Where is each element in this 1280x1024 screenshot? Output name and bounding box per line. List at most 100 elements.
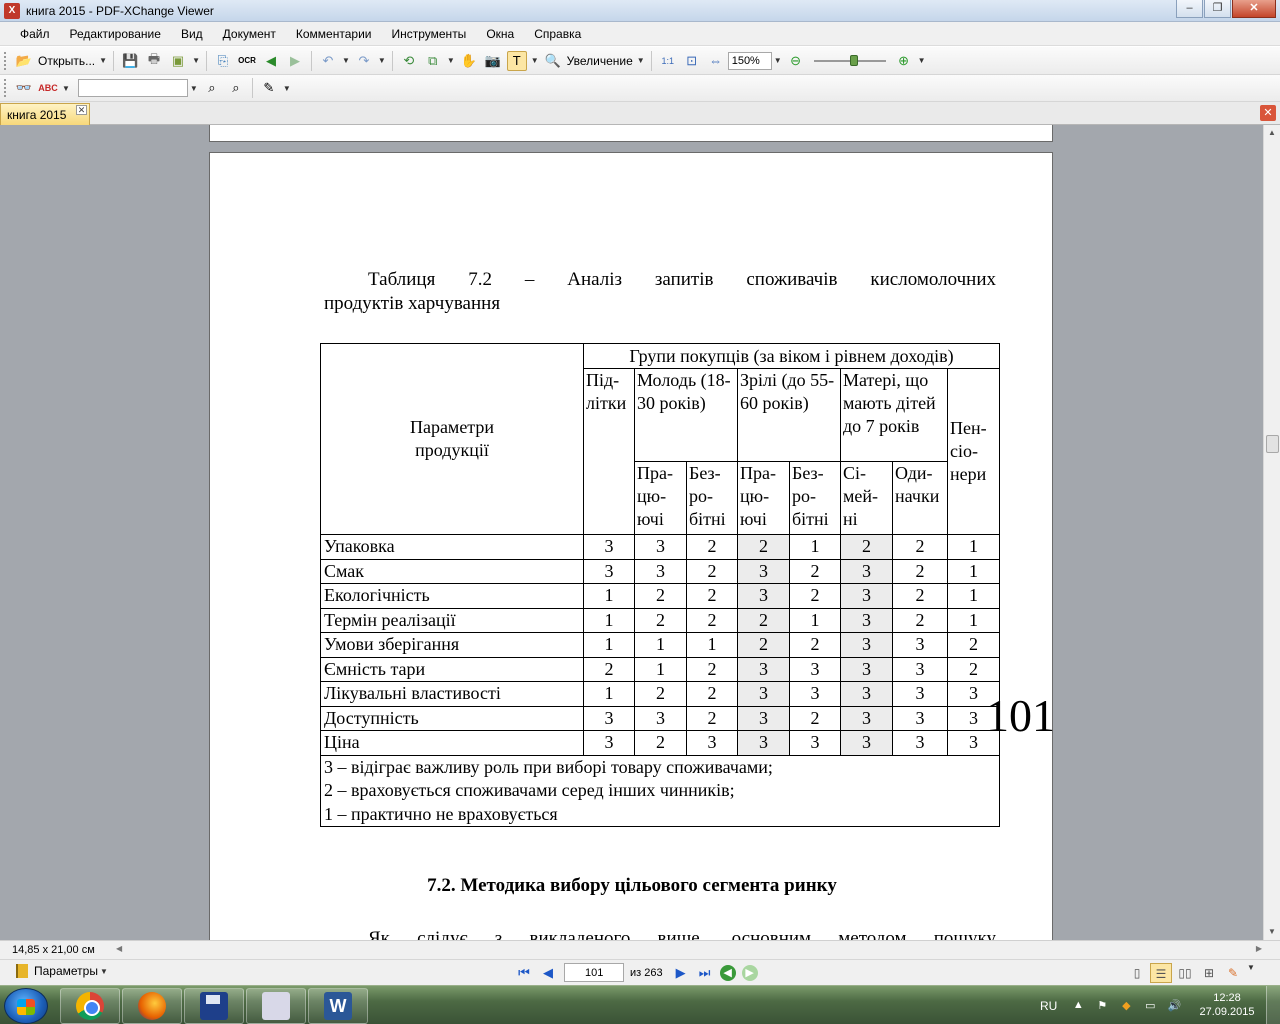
row-parameter-name: Лікувальні властивості [320,681,584,707]
select-text-icon[interactable]: T [506,50,527,71]
table-row: Умови зберігання 1 1 1 2 2 3 3 2 [320,632,1000,658]
tray-app-icon[interactable]: ◆ [1119,999,1133,1013]
history-back-icon[interactable]: ◀ [719,964,736,981]
spellcheck-icon[interactable]: ABC [38,78,58,98]
search-input[interactable] [77,79,188,97]
taskbar-chrome[interactable] [60,988,120,1024]
taskbar-pdf-viewer[interactable] [246,988,306,1024]
back-icon[interactable]: ◀ [261,51,281,71]
taskbar-save[interactable] [184,988,244,1024]
row-parameter-name: Ємність тари [320,656,584,682]
document-viewport[interactable]: Таблиця 7.2 – Аналіз запитів споживачів … [0,125,1263,940]
table-row: Доступність 3 3 2 3 2 3 3 3 [320,705,1000,731]
menu-view[interactable]: Вид [181,27,203,41]
print-icon[interactable]: 🖶 [144,51,164,71]
menu-tools[interactable]: Инструменты [391,27,466,41]
search-dropdown-icon[interactable]: ▼ [190,84,198,93]
continuous-page-icon[interactable]: ☰ [1150,963,1172,983]
continuous-facing-icon[interactable]: ⊞ [1198,963,1220,983]
save-icon[interactable]: 💾 [120,51,140,71]
scan-icon[interactable]: ⎘ [213,51,233,71]
table-cell: 3 [737,705,790,731]
close-document-icon[interactable]: ✕ [1260,105,1276,121]
action-center-flag-icon[interactable]: ⚑ [1095,999,1109,1013]
vertical-scrollbar[interactable]: ▲ ▼ [1263,125,1280,940]
scroll-left-icon[interactable]: ◀ [116,944,122,953]
table-cell: 3 [686,730,738,756]
document-tab[interactable]: книга 2015 ✕ [0,103,90,125]
language-indicator[interactable]: RU [1040,999,1057,1013]
windows-start-icon[interactable] [4,988,48,1024]
ocr-icon[interactable]: OCR [237,51,257,71]
table-cell: 2 [583,656,635,682]
single-page-icon[interactable]: ▯ [1126,963,1148,983]
fit-page-icon[interactable]: ⊡ [682,51,702,71]
zoom-level-input[interactable]: 150% [727,51,772,70]
glasses-icon[interactable]: 👓 [14,78,34,98]
menu-edit[interactable]: Редактирование [70,27,161,41]
rotate-icon[interactable]: ⟲ [399,51,419,71]
redo-icon[interactable]: ↷ [354,51,374,71]
snapshot-icon[interactable]: 📷 [483,51,503,71]
menu-bar: Файл Редактирование Вид Документ Коммент… [0,22,1280,46]
close-window-button[interactable]: ✕ [1232,0,1276,18]
windows-taskbar: W RU ▲ ⚑ ◆ ▭ 🔊 12:28 27.09.2015 [0,985,1280,1024]
actual-size-icon[interactable]: 1:1 [658,51,678,71]
annotation-tool-icon[interactable]: ✎ [1222,963,1244,983]
forward-icon[interactable]: ▶ [285,51,305,71]
tab-close-icon[interactable]: ✕ [76,105,87,115]
taskbar-firefox[interactable] [122,988,182,1024]
hand-tool-icon[interactable]: ✋ [459,51,479,71]
scroll-up-icon[interactable]: ▲ [1267,128,1277,138]
export-icon[interactable]: ▣ [168,51,188,71]
zoom-in-icon[interactable]: 🔍 [543,51,563,71]
table-cell: 2 [737,607,790,633]
maximize-button[interactable]: ❐ [1204,0,1231,18]
highlight-icon[interactable]: ✎ [259,78,279,98]
table-body: Упаковка 3 3 2 2 1 2 2 1 Смак 3 3 2 3 2 3 2 1 Екологічніст… [320,534,1000,756]
menu-comments[interactable]: Комментарии [296,27,372,41]
tray-expand-icon[interactable]: ▲ [1071,999,1085,1013]
next-page-icon[interactable]: ▶ [671,964,691,982]
find-next-icon[interactable]: ⌕ [226,78,246,98]
scroll-right-icon[interactable]: ▶ [1256,944,1262,953]
table-cell: 2 [789,705,841,731]
zoom-dropdown-icon[interactable]: ▼ [774,56,782,65]
undo-icon[interactable]: ↶ [318,51,338,71]
taskbar-word[interactable]: W [308,988,368,1024]
menu-help[interactable]: Справка [534,27,581,41]
find-icon[interactable]: ⌕ [202,78,222,98]
menu-windows[interactable]: Окна [486,27,514,41]
network-icon[interactable]: ▭ [1143,999,1157,1013]
parameters-button[interactable]: Параметры ▼ [16,964,110,978]
taskbar-clock[interactable]: 12:28 27.09.2015 [1198,991,1256,1019]
table-cell: 3 [583,730,635,756]
scrollbar-thumb[interactable] [1266,435,1279,453]
open-folder-icon[interactable]: 📂 [14,51,34,71]
first-page-icon[interactable]: ⏮ [514,964,534,982]
toolbar-grip[interactable] [4,51,8,70]
volume-icon[interactable]: 🔊 [1167,999,1181,1013]
zoom-out-circle-icon[interactable]: ⊖ [786,51,806,71]
scroll-down-icon[interactable]: ▼ [1267,927,1277,937]
page-number-input[interactable] [564,963,624,982]
menu-document[interactable]: Документ [223,27,276,41]
last-page-icon[interactable]: ⏭ [695,964,715,982]
header-single: Оди-начки [892,461,948,535]
previous-page-icon[interactable]: ◀ [538,964,558,982]
fit-width-icon[interactable]: ⇔ [706,51,726,71]
zoom-slider-knob[interactable] [849,54,858,66]
zoom-in-button[interactable]: Увеличение [567,54,633,68]
history-forward-icon[interactable]: ▶ [741,964,758,981]
show-desktop-button[interactable] [1266,986,1280,1024]
app-icon[interactable]: X [4,2,20,19]
row-parameter-name: Упаковка [320,534,584,560]
open-button[interactable]: Открыть... [38,54,95,68]
open-dropdown-icon[interactable]: ▼ [99,56,107,65]
menu-file[interactable]: Файл [20,27,50,41]
minimize-button[interactable]: ‒ [1176,0,1203,18]
pages-icon[interactable]: ⧉ [423,51,443,71]
zoom-in-circle-icon[interactable]: ⊕ [894,51,914,71]
facing-pages-icon[interactable]: ▯▯ [1174,963,1196,983]
zoom-slider[interactable] [813,54,886,66]
